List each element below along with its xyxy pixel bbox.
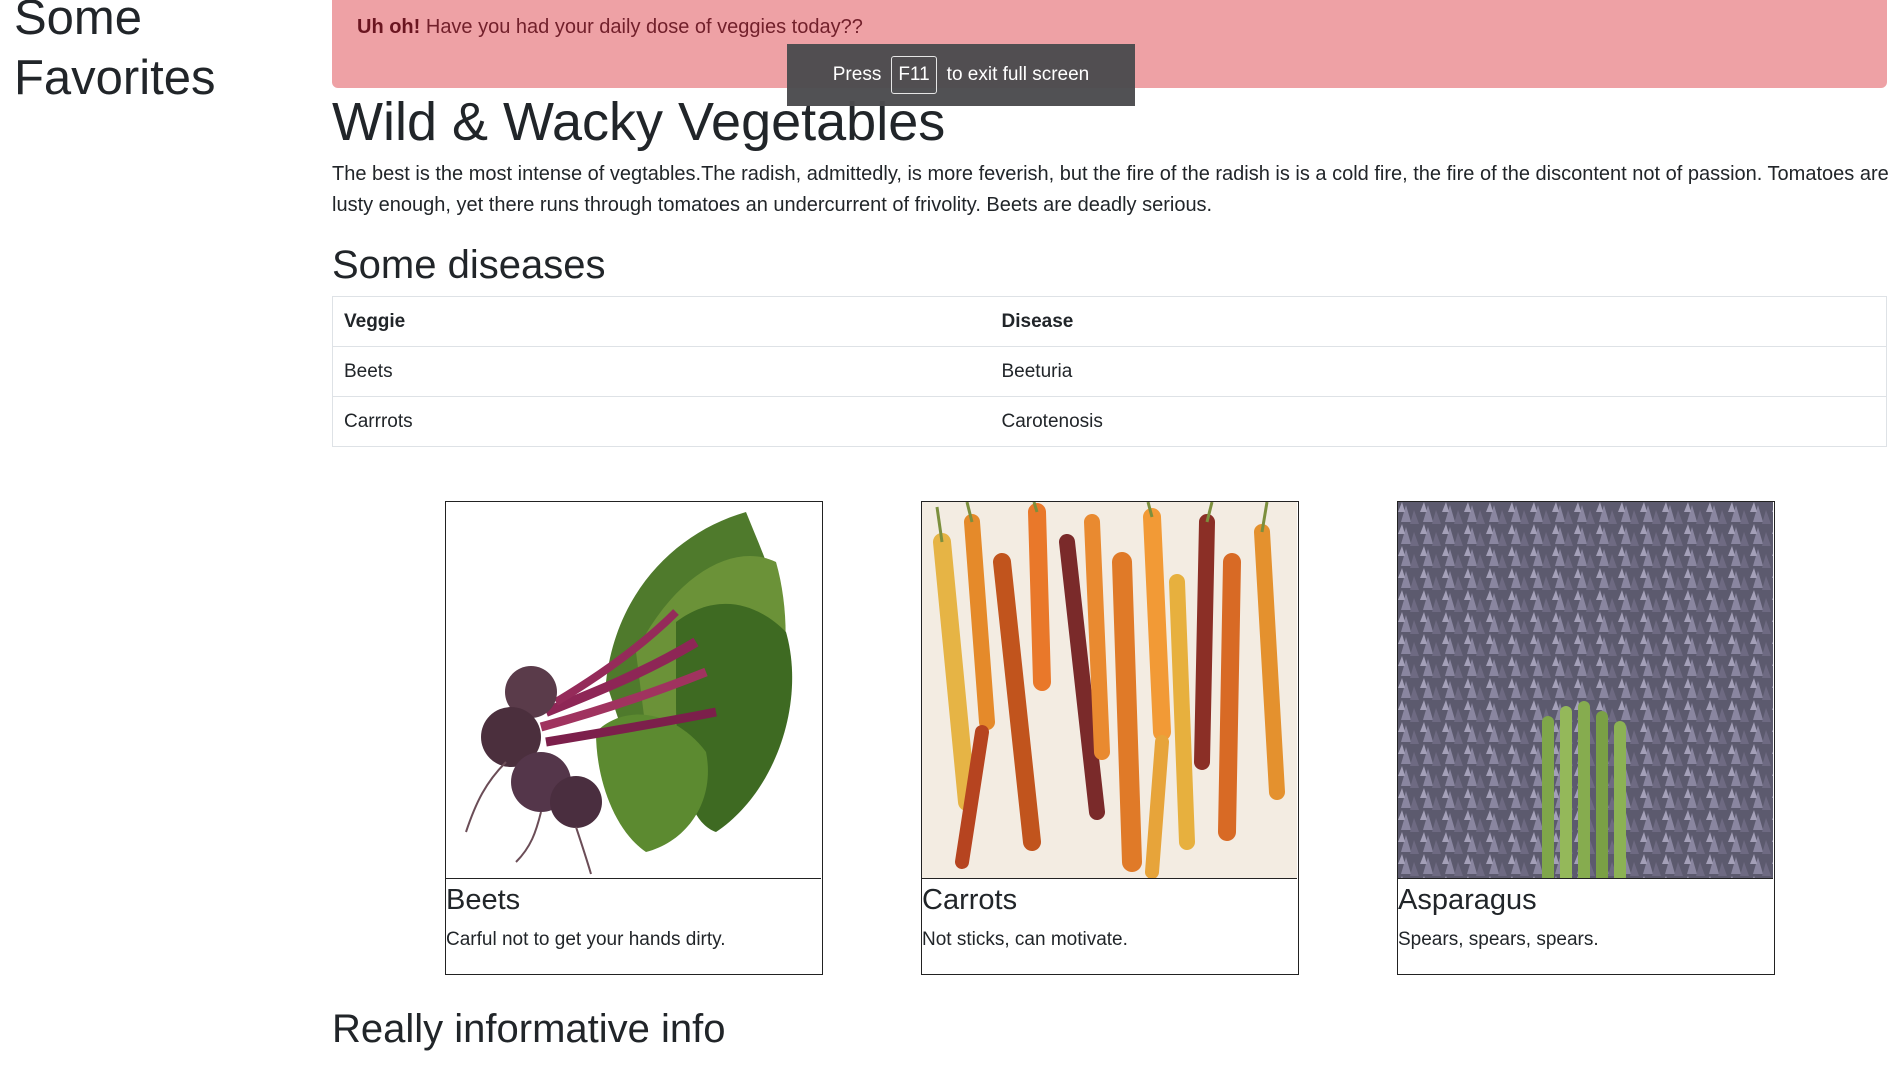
diseases-heading: Some diseases [332,243,606,287]
card-asparagus: Asparagus Spears, spears, spears. [1397,501,1775,975]
carrots-image [922,502,1297,879]
card-title: Beets [446,884,521,916]
table-header-row: Veggie Disease [332,296,1887,347]
disease-table: Veggie Disease Beets Beeturia Carrrots C… [332,296,1887,447]
page: Some Favorites Uh oh! Have you had your … [0,0,1891,1067]
table-header-disease: Disease [990,296,1887,347]
table-row: Carrrots Carotenosis [332,396,1887,447]
veggie-cards: Beets Carful not to get your hands dirty… [332,501,1887,975]
table-cell-veggie: Beets [332,346,991,397]
card-title: Asparagus [1398,884,1537,916]
alert-message: Have you had your daily dose of veggies … [420,16,863,38]
intro-paragraph: The best is the most intense of vegtable… [332,163,1889,216]
table-row: Beets Beeturia [332,346,1887,397]
fullscreen-notice: Press F11 to exit full screen [787,44,1135,106]
card-text: Not sticks, can motivate. [922,929,1128,950]
f11-key-badge: F11 [891,56,937,94]
card-text: Spears, spears, spears. [1398,929,1599,950]
card-beets: Beets Carful not to get your hands dirty… [445,501,823,975]
table-cell-disease: Beeturia [990,346,1887,397]
beets-image [446,502,821,879]
fullscreen-exit-label: to exit full screen [946,64,1090,85]
card-title: Carrots [922,884,1018,916]
table-cell-veggie: Carrrots [332,396,991,447]
table-cell-disease: Carotenosis [990,396,1887,447]
info-heading: Really informative info [332,1007,726,1051]
fullscreen-press-label: Press [832,64,882,85]
asparagus-image [1398,502,1773,879]
alert-strong: Uh oh! [357,16,421,38]
card-text: Carful not to get your hands dirty. [446,929,726,950]
card-carrots: Carrots Not sticks, can motivate. [921,501,1299,975]
sidebar-title: Some Favorites [14,0,216,105]
table-header-veggie: Veggie [332,296,991,347]
